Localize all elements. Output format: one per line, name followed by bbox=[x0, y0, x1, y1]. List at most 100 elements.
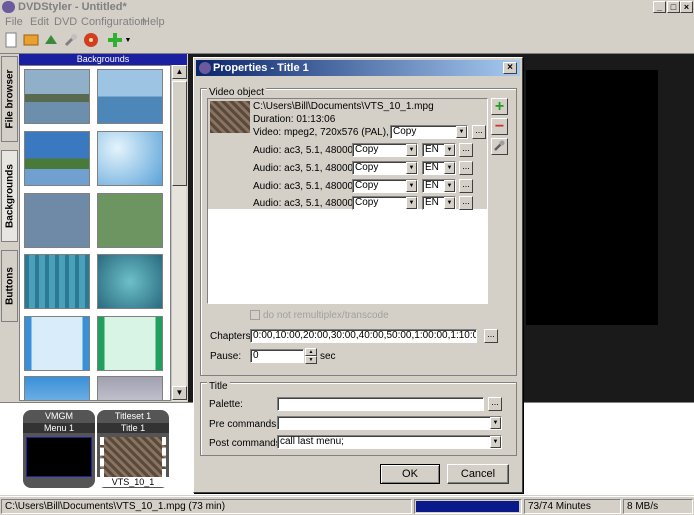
background-thumbnail[interactable] bbox=[24, 316, 90, 371]
audio-track-2-options-button[interactable]: ... bbox=[459, 161, 473, 175]
menu-edit[interactable]: Edit bbox=[30, 16, 49, 28]
status-file: C:\Users\Bill\Documents\VTS_10_1.mpg (73… bbox=[1, 499, 412, 514]
background-thumbnail[interactable] bbox=[97, 131, 163, 186]
status-minutes: 73/74 Minutes bbox=[524, 499, 621, 514]
audio-track-2-mode-select[interactable]: Copy ▼ bbox=[352, 161, 418, 175]
status-rate: 8 MB/s bbox=[623, 499, 693, 514]
audio-track-2-mode: Copy bbox=[355, 162, 379, 173]
tab-file-browser-label: File browser bbox=[4, 69, 15, 129]
video-stream-info: Video: mpeg2, 720x576 (PAL), 16:9 bbox=[253, 127, 412, 138]
settings-wrench-icon[interactable] bbox=[62, 32, 80, 50]
background-thumbnail[interactable] bbox=[24, 376, 90, 400]
remove-stream-minus-icon[interactable]: − bbox=[491, 118, 508, 135]
background-thumbnail[interactable] bbox=[24, 69, 90, 124]
backgrounds-header: Backgrounds bbox=[19, 54, 187, 65]
tab-file-browser[interactable]: File browser bbox=[1, 56, 18, 142]
scroll-up-icon[interactable]: ▲ bbox=[172, 65, 187, 79]
statusbar: C:\Users\Bill\Documents\VTS_10_1.mpg (73… bbox=[0, 496, 694, 515]
minimize-button[interactable]: _ bbox=[653, 1, 666, 13]
new-file-icon[interactable] bbox=[2, 32, 20, 50]
chapters-options-button[interactable]: ... bbox=[484, 329, 498, 343]
audio-track-3-info: Audio: ac3, 5.1, 48000 Hz bbox=[253, 181, 369, 192]
audio-track-4-options-button[interactable]: ... bbox=[459, 196, 473, 210]
video-mode-value: Copy bbox=[393, 126, 417, 137]
maximize-button[interactable]: □ bbox=[667, 1, 680, 13]
menu-dvd[interactable]: DVD bbox=[54, 16, 77, 28]
video-options-button[interactable]: ... bbox=[472, 125, 486, 139]
audio-track-1-options-button[interactable]: ... bbox=[459, 143, 473, 157]
stepper-down-icon[interactable]: ▼ bbox=[305, 356, 317, 364]
palette-input[interactable] bbox=[277, 397, 484, 411]
chevron-down-icon: ▼ bbox=[406, 197, 417, 209]
open-folder-icon[interactable] bbox=[22, 32, 40, 50]
video-object-group-label: Video object bbox=[207, 87, 266, 98]
burn-disc-icon[interactable] bbox=[82, 32, 100, 50]
menu-file[interactable]: File bbox=[5, 16, 23, 28]
add-stream-plus-icon[interactable]: + bbox=[491, 98, 508, 115]
chapters-label: Chapters: bbox=[210, 331, 254, 342]
pause-stepper[interactable]: ▲ ▼ bbox=[305, 348, 317, 364]
audio-track-3-mode-select[interactable]: Copy ▼ bbox=[352, 179, 418, 193]
stepper-up-icon[interactable]: ▲ bbox=[305, 348, 317, 356]
video-object-list[interactable]: C:\Users\Bill\Documents\VTS_10_1.mpg Dur… bbox=[207, 98, 488, 304]
audio-track-2-info: Audio: ac3, 5.1, 48000 Hz bbox=[253, 163, 369, 174]
audio-track-3-lang: EN bbox=[425, 180, 439, 191]
close-button[interactable]: × bbox=[680, 1, 693, 13]
video-file-path: C:\Users\Bill\Documents\VTS_10_1.mpg bbox=[253, 101, 434, 112]
palette-options-button[interactable]: ... bbox=[488, 397, 502, 411]
post-commands-select[interactable]: call last menu; ▼ bbox=[277, 435, 502, 449]
audio-track-4-mode-select[interactable]: Copy ▼ bbox=[352, 196, 418, 210]
add-dropdown-icon[interactable]: ▼ bbox=[123, 32, 133, 50]
background-thumbnail[interactable] bbox=[97, 69, 163, 124]
tab-backgrounds-label: Backgrounds bbox=[4, 164, 15, 228]
video-mode-select[interactable]: Copy ▼ bbox=[390, 125, 468, 139]
titleset-group-label: Titleset 1 bbox=[114, 411, 152, 421]
audio-track-4-mode: Copy bbox=[355, 197, 379, 208]
menu-help[interactable]: Help bbox=[142, 16, 165, 28]
window-title: DVDStyler - Untitled* bbox=[18, 1, 127, 13]
chevron-down-icon: ▼ bbox=[490, 417, 501, 429]
tab-backgrounds[interactable]: Backgrounds bbox=[1, 150, 18, 242]
properties-wrench-icon[interactable] bbox=[491, 138, 508, 155]
titleset-1-title-1[interactable]: Titleset 1 Title 1 VTS_10_1 bbox=[97, 410, 169, 488]
tab-buttons[interactable]: Buttons bbox=[1, 250, 18, 322]
pre-commands-select[interactable]: ▼ bbox=[277, 416, 502, 430]
add-file-icon[interactable] bbox=[42, 32, 60, 50]
audio-track-3-lang-select[interactable]: EN ▼ bbox=[422, 179, 456, 193]
audio-track-1-lang-select[interactable]: EN ▼ bbox=[422, 143, 456, 157]
audio-track-4-lang-select[interactable]: EN ▼ bbox=[422, 196, 456, 210]
background-thumbnail[interactable] bbox=[97, 254, 163, 309]
background-thumbnail[interactable] bbox=[24, 193, 90, 248]
menu-configuration[interactable]: Configuration bbox=[81, 16, 146, 28]
scrollbar-thumb[interactable] bbox=[172, 81, 187, 186]
audio-track-1-mode: Copy bbox=[355, 144, 379, 155]
title-group-label: Title bbox=[207, 381, 230, 392]
backgrounds-scrollbar[interactable]: ▲ ▼ bbox=[171, 65, 187, 401]
audio-track-1-lang: EN bbox=[425, 144, 439, 155]
chapters-input[interactable]: 0:00,10:00,20:00,30:00,40:00,50:00,1:00:… bbox=[250, 329, 477, 343]
background-thumbnail[interactable] bbox=[97, 376, 163, 400]
chevron-down-icon: ▼ bbox=[406, 144, 417, 156]
cancel-button[interactable]: Cancel bbox=[447, 464, 509, 484]
audio-track-2-lang-select[interactable]: EN ▼ bbox=[422, 161, 456, 175]
audio-track-1-mode-select[interactable]: Copy ▼ bbox=[352, 143, 418, 157]
audio-track-3-options-button[interactable]: ... bbox=[459, 179, 473, 193]
scroll-down-icon[interactable]: ▼ bbox=[172, 386, 187, 400]
dialog-close-button[interactable]: × bbox=[503, 62, 517, 74]
dialog-title: Properties - Title 1 bbox=[213, 62, 309, 74]
vmgm-menu-1[interactable]: VMGM Menu 1 bbox=[23, 410, 95, 488]
pause-input[interactable]: 0 bbox=[250, 349, 304, 363]
background-thumbnail[interactable] bbox=[97, 316, 163, 371]
background-thumbnail[interactable] bbox=[97, 193, 163, 248]
video-object-row[interactable]: C:\Users\Bill\Documents\VTS_10_1.mpg Dur… bbox=[208, 99, 487, 210]
background-thumbnail[interactable] bbox=[24, 254, 90, 309]
no-remultiplex-label: do not remultiplex/transcode bbox=[263, 310, 389, 321]
chevron-down-icon: ▼ bbox=[406, 180, 417, 192]
no-remultiplex-checkbox[interactable] bbox=[250, 310, 260, 320]
vmgm-menu-label: Menu 1 bbox=[23, 423, 95, 433]
video-duration: Duration: 01:13:06 bbox=[253, 114, 336, 125]
ok-button[interactable]: OK bbox=[380, 464, 440, 484]
background-thumbnail[interactable] bbox=[24, 131, 90, 186]
tab-buttons-label: Buttons bbox=[4, 267, 15, 305]
add-plus-icon[interactable] bbox=[106, 32, 124, 50]
